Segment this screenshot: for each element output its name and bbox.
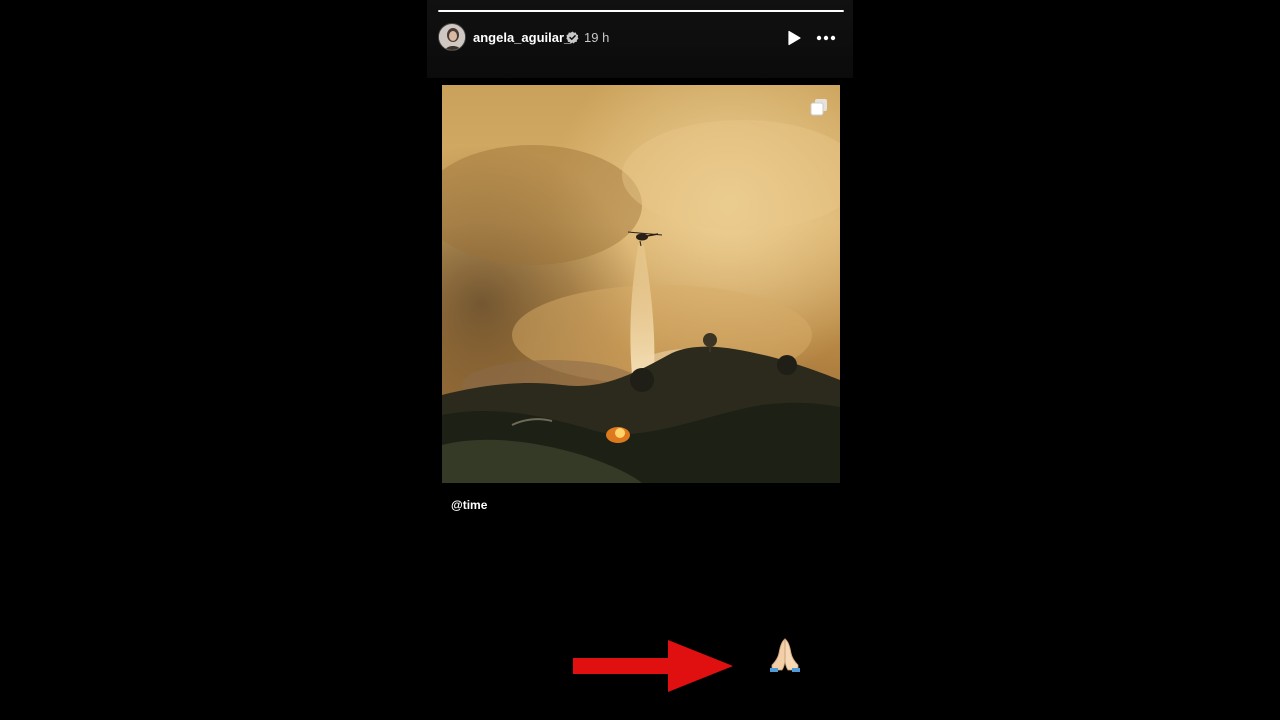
story-progress-fill	[438, 10, 844, 12]
story-timestamp: 19 h	[584, 30, 610, 45]
folded-hands-emoji	[770, 638, 800, 672]
play-icon[interactable]	[785, 29, 803, 47]
avatar[interactable]	[438, 23, 466, 51]
page: angela_aguilar_ 19 h @time	[0, 0, 1280, 720]
wildfire-photo	[442, 85, 840, 483]
verified-badge-icon	[566, 31, 579, 44]
more-options-icon[interactable]	[815, 29, 837, 47]
story-progress-bar	[438, 10, 844, 12]
story-header: angela_aguilar_ 19 h	[427, 0, 853, 78]
post-image[interactable]	[442, 85, 840, 483]
mention-sticker[interactable]: @time	[451, 498, 487, 513]
red-arrow-icon	[573, 640, 733, 692]
story-username[interactable]: angela_aguilar_	[473, 30, 571, 46]
carousel-icon	[810, 99, 827, 116]
